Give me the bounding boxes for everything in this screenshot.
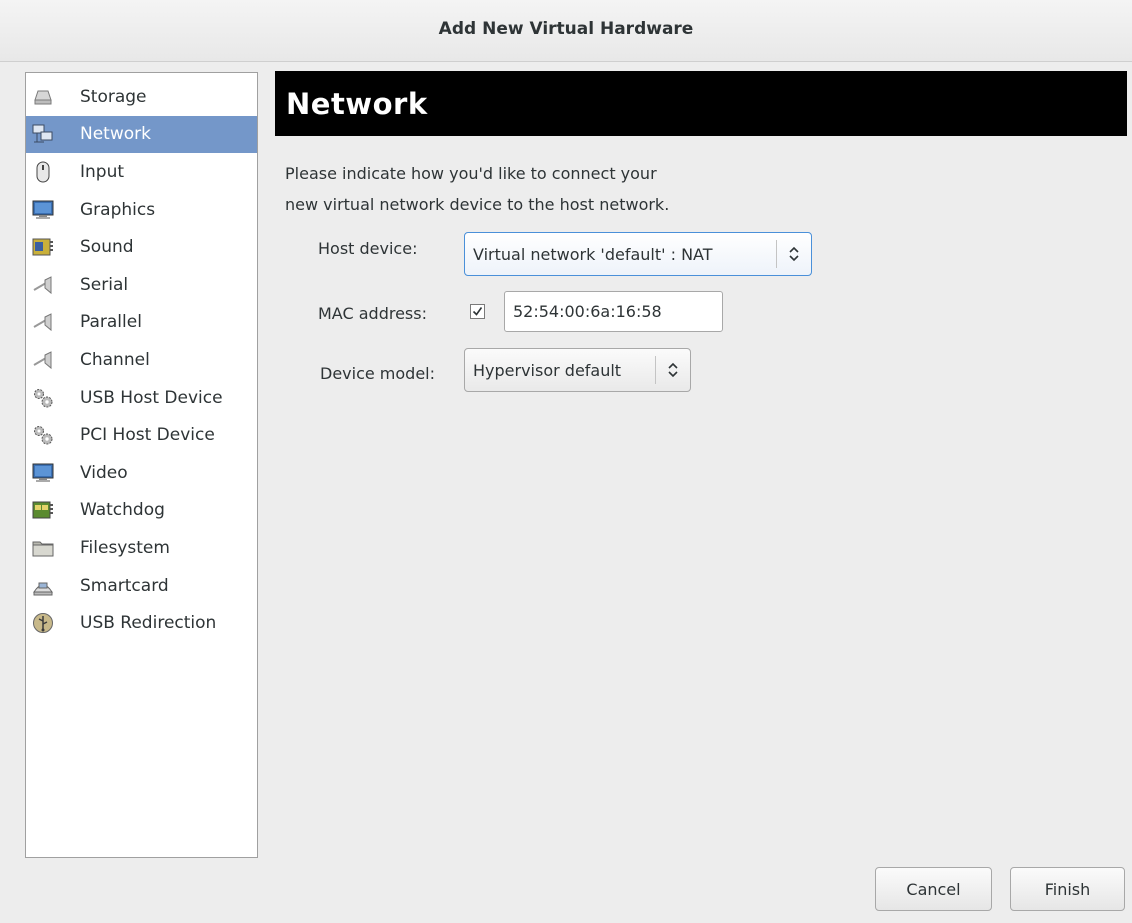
host-device-value: Virtual network 'default' : NAT: [473, 244, 713, 264]
sidebar-item-filesystem[interactable]: Filesystem: [26, 529, 257, 567]
sidebar-item-storage[interactable]: Storage: [26, 78, 257, 116]
sidebar-item-serial[interactable]: Serial: [26, 266, 257, 304]
sound-card-icon: [32, 236, 54, 258]
sidebar-item-label: USB Redirection: [80, 613, 217, 634]
window-titlebar: Add New Virtual Hardware: [0, 0, 1132, 62]
sidebar-item-watchdog[interactable]: Watchdog: [26, 492, 257, 530]
sidebar-item-video[interactable]: Video: [26, 454, 257, 492]
sidebar-item-label: Smartcard: [80, 575, 169, 596]
mac-address-field[interactable]: [504, 291, 723, 332]
sidebar-item-graphics[interactable]: Graphics: [26, 191, 257, 229]
sidebar-item-label: Video: [80, 462, 128, 483]
sidebar-item-label: Network: [80, 124, 151, 145]
network-icon: [32, 123, 54, 145]
sidebar-item-label: Channel: [80, 349, 150, 370]
monitor-icon: [32, 199, 54, 221]
sidebar-item-label: Filesystem: [80, 537, 170, 558]
sidebar-item-label: Input: [80, 161, 125, 182]
finish-button[interactable]: Finish: [1010, 867, 1125, 911]
checkmark-icon: [472, 307, 483, 316]
host-device-label: Host device:: [318, 239, 418, 258]
chevron-updown-icon: [777, 246, 811, 262]
sidebar-item-input[interactable]: Input: [26, 153, 257, 191]
sidebar-item-pci-host-device[interactable]: PCI Host Device: [26, 416, 257, 454]
description-text: Please indicate how you'd like to connec…: [285, 158, 885, 220]
sidebar-item-label: Watchdog: [80, 500, 165, 521]
sidebar-item-label: Sound: [80, 237, 134, 258]
host-device-combo[interactable]: Virtual network 'default' : NAT: [464, 232, 812, 276]
page-title: Network: [286, 86, 428, 121]
device-model-label: Device model:: [320, 364, 436, 383]
sidebar-item-label: Parallel: [80, 312, 142, 333]
sidebar-item-label: PCI Host Device: [80, 425, 215, 446]
device-model-combo[interactable]: Hypervisor default: [464, 348, 691, 392]
sidebar-item-channel[interactable]: Channel: [26, 341, 257, 379]
gears-icon: [32, 424, 54, 446]
sidebar-item-smartcard[interactable]: Smartcard: [26, 567, 257, 605]
mac-address-checkbox[interactable]: [470, 304, 485, 319]
mac-address-label: MAC address:: [318, 304, 427, 323]
monitor-icon: [32, 462, 54, 484]
hardware-type-list[interactable]: Storage Network Input Graphics Sound Ser…: [25, 72, 258, 858]
gears-icon: [32, 387, 54, 409]
window-title: Add New Virtual Hardware: [438, 18, 694, 39]
cancel-button[interactable]: Cancel: [875, 867, 992, 911]
channel-connector-icon: [32, 349, 54, 371]
sidebar-item-label: Serial: [80, 274, 129, 295]
usb-icon: [32, 612, 54, 634]
page-header: Network: [275, 71, 1127, 136]
sidebar-item-label: USB Host Device: [80, 387, 223, 408]
device-model-value: Hypervisor default: [473, 360, 622, 380]
sidebar-item-label: Storage: [80, 86, 147, 107]
watchdog-card-icon: [32, 499, 54, 521]
parallel-connector-icon: [32, 311, 54, 333]
storage-disk-icon: [32, 86, 54, 108]
sidebar-item-usb-host-device[interactable]: USB Host Device: [26, 379, 257, 417]
sidebar-item-sound[interactable]: Sound: [26, 228, 257, 266]
sidebar-item-label: Graphics: [80, 199, 156, 220]
description-line-2: new virtual network device to the host n…: [285, 195, 670, 214]
sidebar-item-usb-redirection[interactable]: USB Redirection: [26, 604, 257, 642]
folder-icon: [32, 537, 54, 559]
sidebar-item-network[interactable]: Network: [26, 115, 257, 154]
mouse-icon: [32, 161, 54, 183]
serial-connector-icon: [32, 274, 54, 296]
description-line-1: Please indicate how you'd like to connec…: [285, 164, 657, 183]
sidebar-item-parallel[interactable]: Parallel: [26, 304, 257, 342]
smartcard-reader-icon: [32, 575, 54, 597]
chevron-updown-icon: [656, 362, 690, 378]
